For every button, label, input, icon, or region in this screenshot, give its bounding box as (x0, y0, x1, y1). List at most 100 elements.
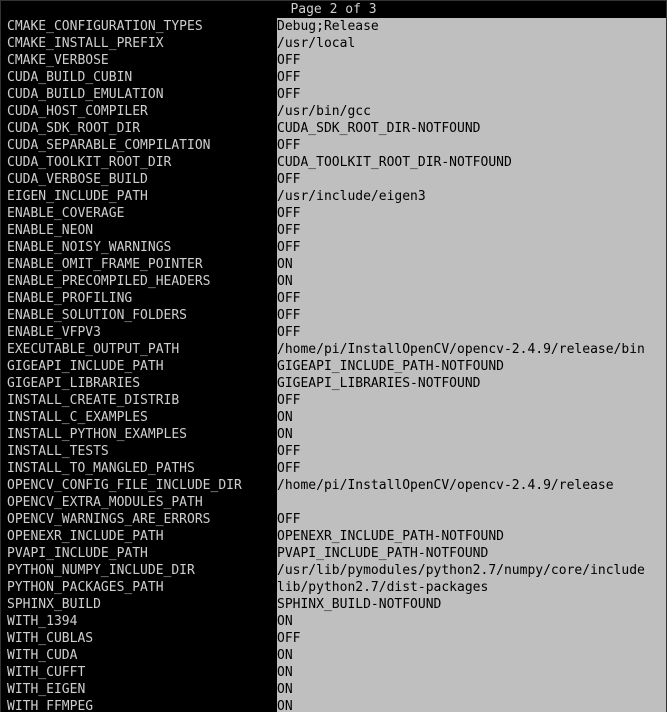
option-value[interactable]: /home/pi/InstallOpenCV/opencv-2.4.9/rele… (277, 341, 666, 358)
option-row[interactable]: ENABLE_NOISY_WARNINGSOFF (1, 239, 666, 256)
option-row[interactable]: GIGEAPI_LIBRARIESGIGEAPI_LIBRARIES-NOTFO… (1, 375, 666, 392)
option-row[interactable]: WITH_EIGENON (1, 681, 666, 698)
option-name: OPENCV_CONFIG_FILE_INCLUDE_DIR (1, 477, 277, 494)
option-value[interactable]: OFF (277, 171, 666, 188)
option-row[interactable]: GIGEAPI_INCLUDE_PATHGIGEAPI_INCLUDE_PATH… (1, 358, 666, 375)
option-row[interactable]: OPENCV_CONFIG_FILE_INCLUDE_DIR/home/pi/I… (1, 477, 666, 494)
option-name: WITH_CUFFT (1, 664, 277, 681)
option-row[interactable]: INSTALL_PYTHON_EXAMPLESON (1, 426, 666, 443)
option-value[interactable]: GIGEAPI_LIBRARIES-NOTFOUND (277, 375, 666, 392)
option-row[interactable]: CMAKE_VERBOSEOFF (1, 52, 666, 69)
option-row[interactable]: PYTHON_NUMPY_INCLUDE_DIR/usr/lib/pymodul… (1, 562, 666, 579)
option-row[interactable]: CUDA_TOOLKIT_ROOT_DIRCUDA_TOOLKIT_ROOT_D… (1, 154, 666, 171)
option-value[interactable]: /usr/lib/pymodules/python2.7/numpy/core/… (277, 562, 666, 579)
option-value[interactable]: /usr/include/eigen3 (277, 188, 666, 205)
option-value[interactable]: GIGEAPI_INCLUDE_PATH-NOTFOUND (277, 358, 666, 375)
option-row[interactable]: ENABLE_PRECOMPILED_HEADERSON (1, 273, 666, 290)
option-row[interactable]: WITH_1394ON (1, 613, 666, 630)
option-row[interactable]: ENABLE_VFPV3OFF (1, 324, 666, 341)
option-value[interactable]: OFF (277, 239, 666, 256)
option-name: INSTALL_TO_MANGLED_PATHS (1, 460, 277, 477)
option-value[interactable]: OFF (277, 460, 666, 477)
option-value[interactable]: OFF (277, 290, 666, 307)
option-row[interactable]: WITH_CUBLASOFF (1, 630, 666, 647)
option-value[interactable]: OFF (277, 137, 666, 154)
option-name: ENABLE_NEON (1, 222, 277, 239)
option-row[interactable]: OPENEXR_INCLUDE_PATHOPENEXR_INCLUDE_PATH… (1, 528, 666, 545)
option-value[interactable]: ON (277, 681, 666, 698)
option-row[interactable]: CUDA_HOST_COMPILER/usr/bin/gcc (1, 103, 666, 120)
option-value[interactable]: CUDA_TOOLKIT_ROOT_DIR-NOTFOUND (277, 154, 666, 171)
option-value[interactable]: OFF (277, 630, 666, 647)
option-row[interactable]: CUDA_VERBOSE_BUILDOFF (1, 171, 666, 188)
option-value[interactable]: OFF (277, 443, 666, 460)
option-row[interactable]: CMAKE_INSTALL_PREFIX/usr/local (1, 35, 666, 52)
option-row[interactable]: INSTALL_CREATE_DISTRIBOFF (1, 392, 666, 409)
option-row[interactable]: PVAPI_INCLUDE_PATHPVAPI_INCLUDE_PATH-NOT… (1, 545, 666, 562)
option-row[interactable]: CUDA_BUILD_CUBINOFF (1, 69, 666, 86)
options-list[interactable]: CMAKE_CONFIGURATION_TYPESDebug;ReleaseCM… (1, 18, 666, 712)
option-value[interactable]: OFF (277, 205, 666, 222)
option-value[interactable]: OPENEXR_INCLUDE_PATH-NOTFOUND (277, 528, 666, 545)
option-value[interactable]: ON (277, 664, 666, 681)
option-name: INSTALL_CREATE_DISTRIB (1, 392, 277, 409)
option-value[interactable]: /home/pi/InstallOpenCV/opencv-2.4.9/rele… (277, 477, 666, 494)
option-value[interactable]: ON (277, 613, 666, 630)
option-name: EIGEN_INCLUDE_PATH (1, 188, 277, 205)
option-value[interactable]: ON (277, 426, 666, 443)
option-value[interactable]: OFF (277, 324, 666, 341)
option-row[interactable]: ENABLE_NEONOFF (1, 222, 666, 239)
option-row[interactable]: ENABLE_OMIT_FRAME_POINTERON (1, 256, 666, 273)
option-value[interactable]: OFF (277, 307, 666, 324)
option-value[interactable]: ON (277, 273, 666, 290)
option-value[interactable]: /usr/bin/gcc (277, 103, 666, 120)
option-value[interactable]: OFF (277, 511, 666, 528)
option-name: ENABLE_PROFILING (1, 290, 277, 307)
option-value[interactable]: OFF (277, 222, 666, 239)
option-row[interactable]: PYTHON_PACKAGES_PATHlib/python2.7/dist-p… (1, 579, 666, 596)
option-value[interactable]: PVAPI_INCLUDE_PATH-NOTFOUND (277, 545, 666, 562)
option-name: CUDA_VERBOSE_BUILD (1, 171, 277, 188)
option-row[interactable]: CUDA_BUILD_EMULATIONOFF (1, 86, 666, 103)
option-name: OPENCV_EXTRA_MODULES_PATH (1, 494, 277, 511)
option-row[interactable]: SPHINX_BUILDSPHINX_BUILD-NOTFOUND (1, 596, 666, 613)
option-value[interactable]: ON (277, 647, 666, 664)
option-value[interactable] (277, 494, 666, 511)
option-name: CUDA_HOST_COMPILER (1, 103, 277, 120)
option-row[interactable]: OPENCV_EXTRA_MODULES_PATH (1, 494, 666, 511)
option-value[interactable]: ON (277, 698, 666, 712)
option-row[interactable]: ENABLE_SOLUTION_FOLDERSOFF (1, 307, 666, 324)
option-value[interactable]: ON (277, 256, 666, 273)
option-row[interactable]: ENABLE_PROFILINGOFF (1, 290, 666, 307)
option-row[interactable]: EIGEN_INCLUDE_PATH/usr/include/eigen3 (1, 188, 666, 205)
option-value[interactable]: lib/python2.7/dist-packages (277, 579, 666, 596)
option-row[interactable]: WITH_FFMPEGON (1, 698, 666, 712)
option-name: CUDA_BUILD_EMULATION (1, 86, 277, 103)
option-value[interactable]: OFF (277, 86, 666, 103)
option-row[interactable]: INSTALL_TESTSOFF (1, 443, 666, 460)
option-name: CMAKE_INSTALL_PREFIX (1, 35, 277, 52)
option-row[interactable]: CUDA_SDK_ROOT_DIRCUDA_SDK_ROOT_DIR-NOTFO… (1, 120, 666, 137)
option-name: PYTHON_NUMPY_INCLUDE_DIR (1, 562, 277, 579)
option-value[interactable]: SPHINX_BUILD-NOTFOUND (277, 596, 666, 613)
option-value[interactable]: OFF (277, 69, 666, 86)
option-row[interactable]: CMAKE_CONFIGURATION_TYPESDebug;Release (1, 18, 666, 35)
option-row[interactable]: EXECUTABLE_OUTPUT_PATH/home/pi/InstallOp… (1, 341, 666, 358)
option-value[interactable]: OFF (277, 392, 666, 409)
option-row[interactable]: ENABLE_COVERAGEOFF (1, 205, 666, 222)
option-row[interactable]: WITH_CUFFTON (1, 664, 666, 681)
option-value[interactable]: CUDA_SDK_ROOT_DIR-NOTFOUND (277, 120, 666, 137)
option-value[interactable]: ON (277, 409, 666, 426)
option-row[interactable]: CUDA_SEPARABLE_COMPILATIONOFF (1, 137, 666, 154)
option-row[interactable]: OPENCV_WARNINGS_ARE_ERRORSOFF (1, 511, 666, 528)
option-value[interactable]: Debug;Release (277, 18, 666, 35)
option-row[interactable]: INSTALL_C_EXAMPLESON (1, 409, 666, 426)
option-value[interactable]: /usr/local (277, 35, 666, 52)
option-name: GIGEAPI_LIBRARIES (1, 375, 277, 392)
option-name: CUDA_TOOLKIT_ROOT_DIR (1, 154, 277, 171)
option-row[interactable]: INSTALL_TO_MANGLED_PATHSOFF (1, 460, 666, 477)
option-name: CUDA_SEPARABLE_COMPILATION (1, 137, 277, 154)
option-name: WITH_EIGEN (1, 681, 277, 698)
option-row[interactable]: WITH_CUDAON (1, 647, 666, 664)
option-value[interactable]: OFF (277, 52, 666, 69)
